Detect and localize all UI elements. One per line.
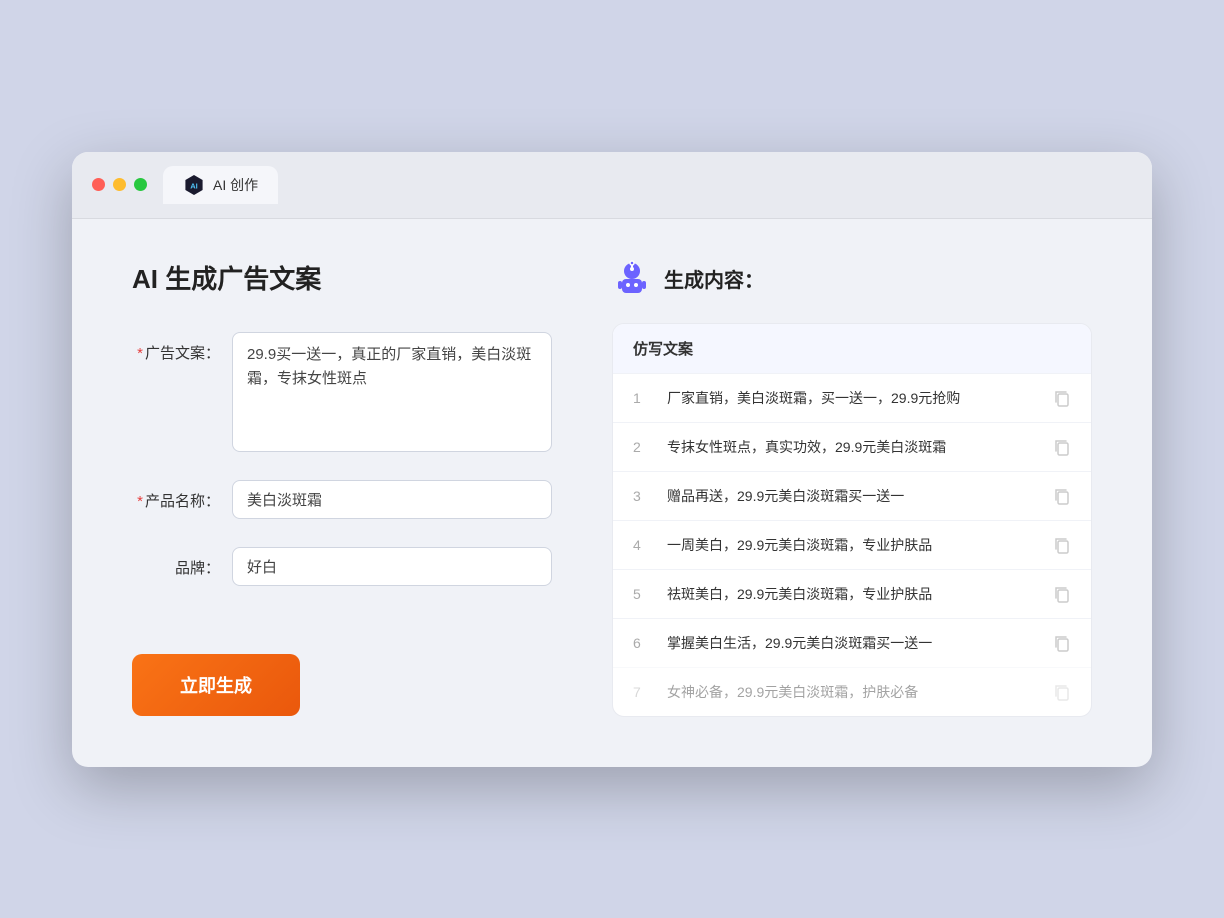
table-row: 5 祛斑美白，29.9元美白淡斑霜，专业护肤品: [613, 569, 1091, 618]
row-text-5: 祛斑美白，29.9元美白淡斑霜，专业护肤品: [667, 584, 1037, 604]
row-text-2: 专抹女性斑点，真实功效，29.9元美白淡斑霜: [667, 437, 1037, 457]
copy-icon-5[interactable]: [1053, 585, 1071, 603]
right-panel: 生成内容： 仿写文案 1 厂家直销，美白淡斑霜，买一送一，29.9元抢购 2 专…: [612, 259, 1092, 717]
page-title: AI 生成广告文案: [132, 259, 552, 296]
product-name-input[interactable]: [232, 480, 552, 519]
title-bar: AI AI 创作: [72, 152, 1152, 219]
robot-icon: [612, 259, 652, 299]
ad-copy-input[interactable]: 29.9买一送一，真正的厂家直销，美白淡斑霜，专抹女性斑点: [232, 332, 552, 452]
product-name-group: *产品名称：: [132, 480, 552, 519]
minimize-button[interactable]: [113, 178, 126, 191]
brand-label: 品牌：: [132, 547, 232, 578]
maximize-button[interactable]: [134, 178, 147, 191]
tab-ai-creation[interactable]: AI AI 创作: [163, 166, 278, 204]
generate-button[interactable]: 立即生成: [132, 654, 300, 716]
row-text-6: 掌握美白生活，29.9元美白淡斑霜买一送一: [667, 633, 1037, 653]
table-row: 3 赠品再送，29.9元美白淡斑霜买一送一: [613, 471, 1091, 520]
row-num-2: 2: [633, 439, 651, 455]
row-num-4: 4: [633, 537, 651, 553]
copy-icon-6[interactable]: [1053, 634, 1071, 652]
row-num-5: 5: [633, 586, 651, 602]
row-num-3: 3: [633, 488, 651, 504]
brand-group: 品牌：: [132, 547, 552, 586]
result-header: 生成内容：: [612, 259, 1092, 299]
row-num-6: 6: [633, 635, 651, 651]
table-header: 仿写文案: [613, 324, 1091, 373]
brand-input[interactable]: [232, 547, 552, 586]
ai-tab-icon: AI: [183, 174, 205, 196]
copy-icon-4[interactable]: [1053, 536, 1071, 554]
content-area: AI 生成广告文案 *广告文案： 29.9买一送一，真正的厂家直销，美白淡斑霜，…: [72, 219, 1152, 767]
tab-label: AI 创作: [213, 175, 258, 195]
row-num-1: 1: [633, 390, 651, 406]
traffic-lights: [92, 178, 147, 191]
result-table: 仿写文案 1 厂家直销，美白淡斑霜，买一送一，29.9元抢购 2 专抹女性斑点，…: [612, 323, 1092, 717]
left-panel: AI 生成广告文案 *广告文案： 29.9买一送一，真正的厂家直销，美白淡斑霜，…: [132, 259, 552, 717]
copy-icon-7[interactable]: [1053, 683, 1071, 701]
row-text-3: 赠品再送，29.9元美白淡斑霜买一送一: [667, 486, 1037, 506]
table-row: 2 专抹女性斑点，真实功效，29.9元美白淡斑霜: [613, 422, 1091, 471]
table-row: 4 一周美白，29.9元美白淡斑霜，专业护肤品: [613, 520, 1091, 569]
ad-copy-label: *广告文案：: [132, 332, 232, 363]
ad-copy-group: *广告文案： 29.9买一送一，真正的厂家直销，美白淡斑霜，专抹女性斑点: [132, 332, 552, 452]
svg-text:AI: AI: [190, 181, 198, 190]
copy-icon-2[interactable]: [1053, 438, 1071, 456]
table-row: 6 掌握美白生活，29.9元美白淡斑霜买一送一: [613, 618, 1091, 667]
browser-window: AI AI 创作 AI 生成广告文案 *广告文案： 29.9买一送一，真正的厂家…: [72, 152, 1152, 767]
close-button[interactable]: [92, 178, 105, 191]
product-name-label: *产品名称：: [132, 480, 232, 511]
result-title: 生成内容：: [664, 264, 764, 293]
table-row: 7 女神必备，29.9元美白淡斑霜，护肤必备: [613, 667, 1091, 716]
copy-icon-3[interactable]: [1053, 487, 1071, 505]
row-text-7: 女神必备，29.9元美白淡斑霜，护肤必备: [667, 682, 1037, 702]
table-row: 1 厂家直销，美白淡斑霜，买一送一，29.9元抢购: [613, 373, 1091, 422]
row-text-1: 厂家直销，美白淡斑霜，买一送一，29.9元抢购: [667, 388, 1037, 408]
product-name-required: *: [137, 493, 143, 510]
row-num-7: 7: [633, 684, 651, 700]
row-text-4: 一周美白，29.9元美白淡斑霜，专业护肤品: [667, 535, 1037, 555]
ad-copy-required: *: [137, 345, 143, 362]
copy-icon-1[interactable]: [1053, 389, 1071, 407]
